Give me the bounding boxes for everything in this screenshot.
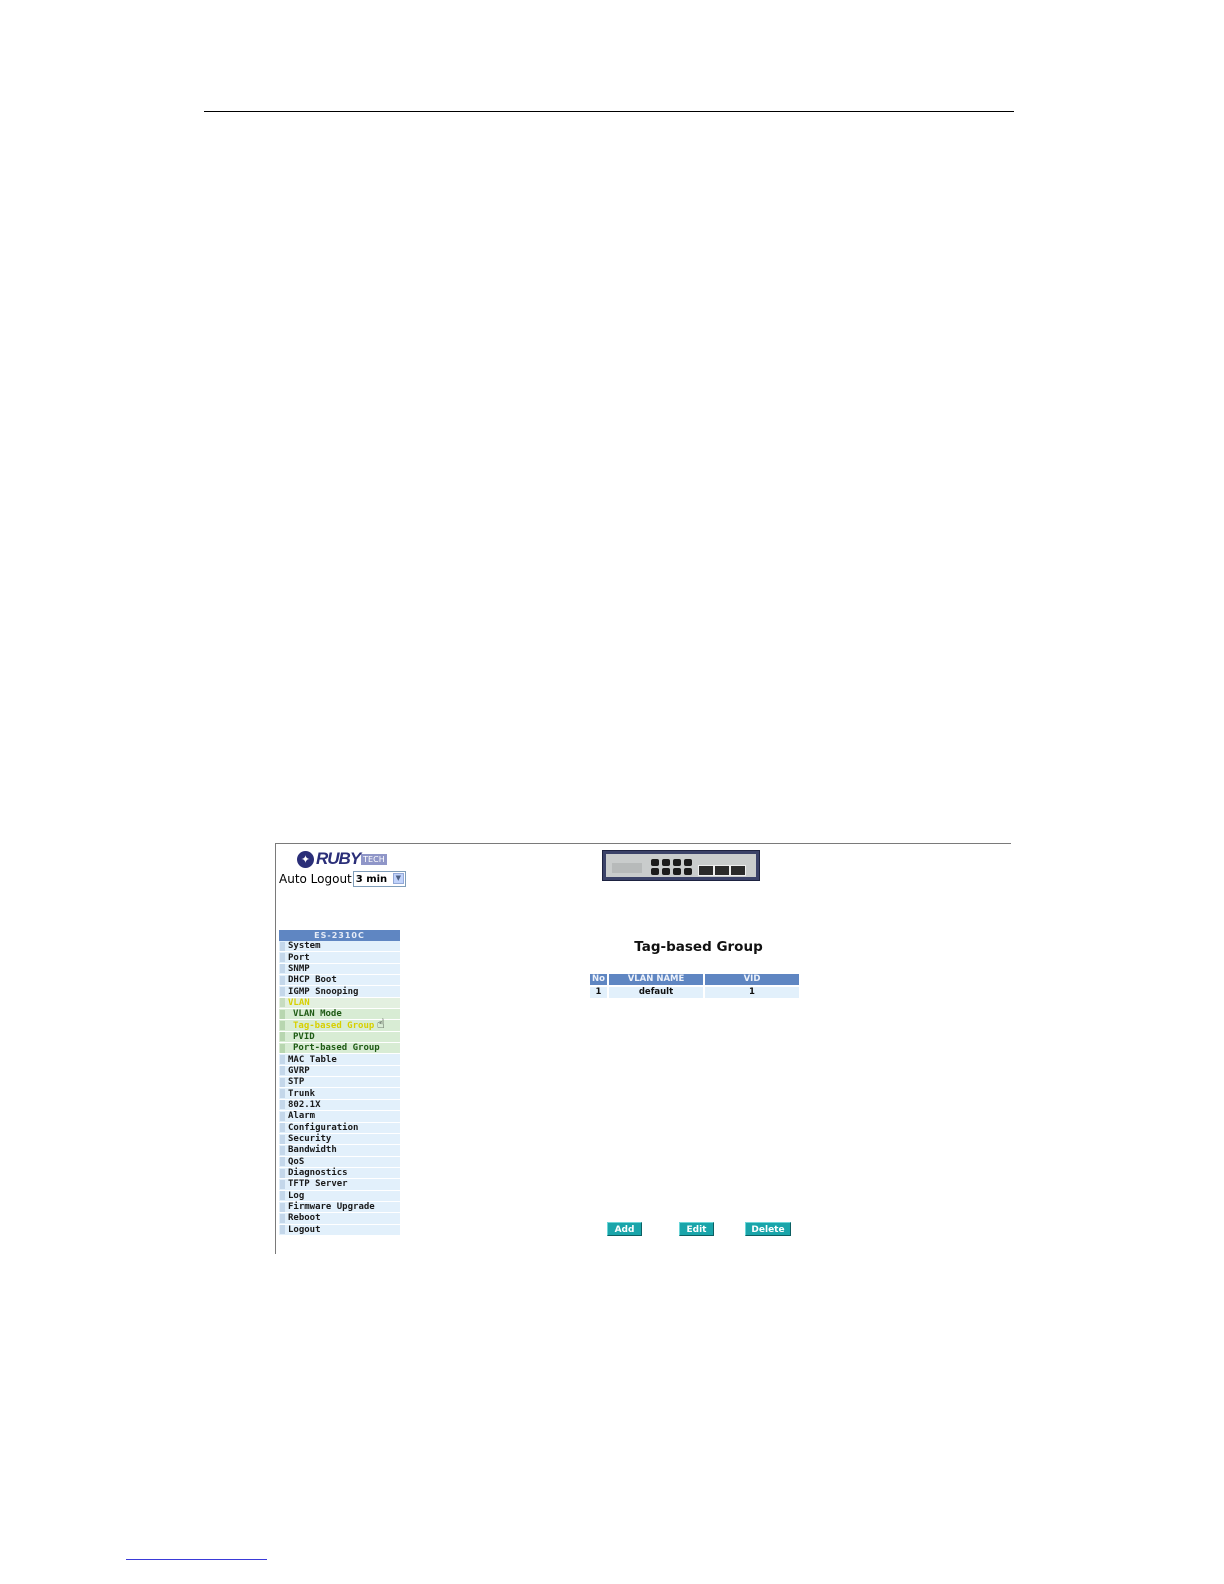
sidebar-item-bandwidth[interactable]: Bandwidth (279, 1145, 400, 1157)
sidebar-subitem-pvid[interactable]: PVID (279, 1031, 400, 1044)
sidebar-item-system[interactable]: System (279, 941, 400, 953)
sidebar-item-log[interactable]: Log (279, 1190, 400, 1202)
port-icon (651, 859, 659, 866)
sidebar-item-port[interactable]: Port (279, 952, 400, 964)
port-icon (684, 868, 692, 875)
table-row[interactable]: 1 default 1 (590, 987, 799, 998)
auto-logout-row: Auto Logout 3 min ▼ (279, 871, 406, 887)
port-icon (662, 859, 670, 866)
sidebar-item-snmp[interactable]: SNMP (279, 963, 400, 976)
edit-button[interactable]: Edit (679, 1222, 714, 1236)
sidebar-item-logout[interactable]: Logout (279, 1224, 400, 1236)
logo-text: RUBY (316, 849, 361, 868)
column-header-no: No (590, 974, 607, 985)
sidebar-menu: ES-2310C System Port SNMP DHCP Boot IGMP… (279, 930, 400, 1236)
sidebar-item-tftp-server[interactable]: TFTP Server (279, 1179, 400, 1191)
page-title: Tag-based Group (634, 939, 763, 955)
fiber-port-icon (714, 865, 730, 876)
sidebar-item-qos[interactable]: QoS (279, 1156, 400, 1168)
sidebar-item-stp[interactable]: STP (279, 1077, 400, 1089)
vlan-group-table: No VLAN NAME VID 1 default 1 (588, 972, 801, 1000)
port-icon (673, 868, 681, 875)
web-ui-screenshot: ✦ RUBY TECH Auto Logout 3 min ▼ ES-2310C… (275, 843, 1011, 1254)
footer-link-underline (126, 1559, 267, 1560)
sidebar-item-security[interactable]: Security (279, 1133, 400, 1146)
brand-logo: ✦ RUBY TECH (297, 849, 387, 869)
hand-pointer-icon: ☝ (377, 1017, 385, 1033)
chevron-down-icon[interactable]: ▼ (392, 873, 404, 884)
port-icon (662, 868, 670, 875)
sidebar-item-igmp-snooping[interactable]: IGMP Snooping (279, 986, 400, 998)
auto-logout-value: 3 min (355, 873, 388, 885)
sidebar-item-gvrp[interactable]: GVRP (279, 1065, 400, 1078)
sidebar-item-trunk[interactable]: Trunk (279, 1088, 400, 1100)
cell-vid: 1 (705, 987, 799, 998)
fiber-port-icon (698, 865, 714, 876)
logo-tail: TECH (361, 853, 387, 865)
sidebar-item-alarm[interactable]: Alarm (279, 1111, 400, 1123)
add-button[interactable]: Add (607, 1222, 642, 1236)
fiber-port-icon (730, 865, 746, 876)
sidebar-subitem-port-based-group[interactable]: Port-based Group (279, 1043, 400, 1055)
cell-vlan-name: default (609, 987, 703, 998)
column-header-vid: VID (705, 974, 799, 985)
logo-icon: ✦ (297, 850, 314, 868)
page-top-rule (204, 111, 1014, 112)
auto-logout-select[interactable]: 3 min ▼ (352, 871, 406, 887)
sidebar-item-reboot[interactable]: Reboot (279, 1213, 400, 1225)
table-header-row: No VLAN NAME VID (590, 974, 799, 985)
cell-no: 1 (590, 987, 607, 998)
sidebar-item-mac-table[interactable]: MAC Table (279, 1054, 400, 1066)
port-icon (651, 868, 659, 875)
port-icon (673, 859, 681, 866)
column-header-vlan-name: VLAN NAME (609, 974, 703, 985)
port-icon (684, 859, 692, 866)
sidebar-item-dhcp-boot[interactable]: DHCP Boot (279, 975, 400, 987)
switch-front-panel-image (602, 850, 760, 881)
sidebar-item-8021x[interactable]: 802.1X (279, 1099, 400, 1112)
menu-model-title: ES-2310C (279, 930, 400, 941)
sidebar-item-vlan[interactable]: VLAN (279, 997, 400, 1010)
sidebar-subitem-tag-based-group[interactable]: Tag-based Group ☝ (279, 1017, 400, 1033)
auto-logout-label: Auto Logout (279, 872, 352, 886)
sidebar-item-configuration[interactable]: Configuration (279, 1122, 400, 1134)
sidebar-item-firmware-upgrade[interactable]: Firmware Upgrade (279, 1201, 400, 1214)
sidebar-item-diagnostics[interactable]: Diagnostics (279, 1167, 400, 1180)
delete-button[interactable]: Delete (745, 1222, 791, 1236)
